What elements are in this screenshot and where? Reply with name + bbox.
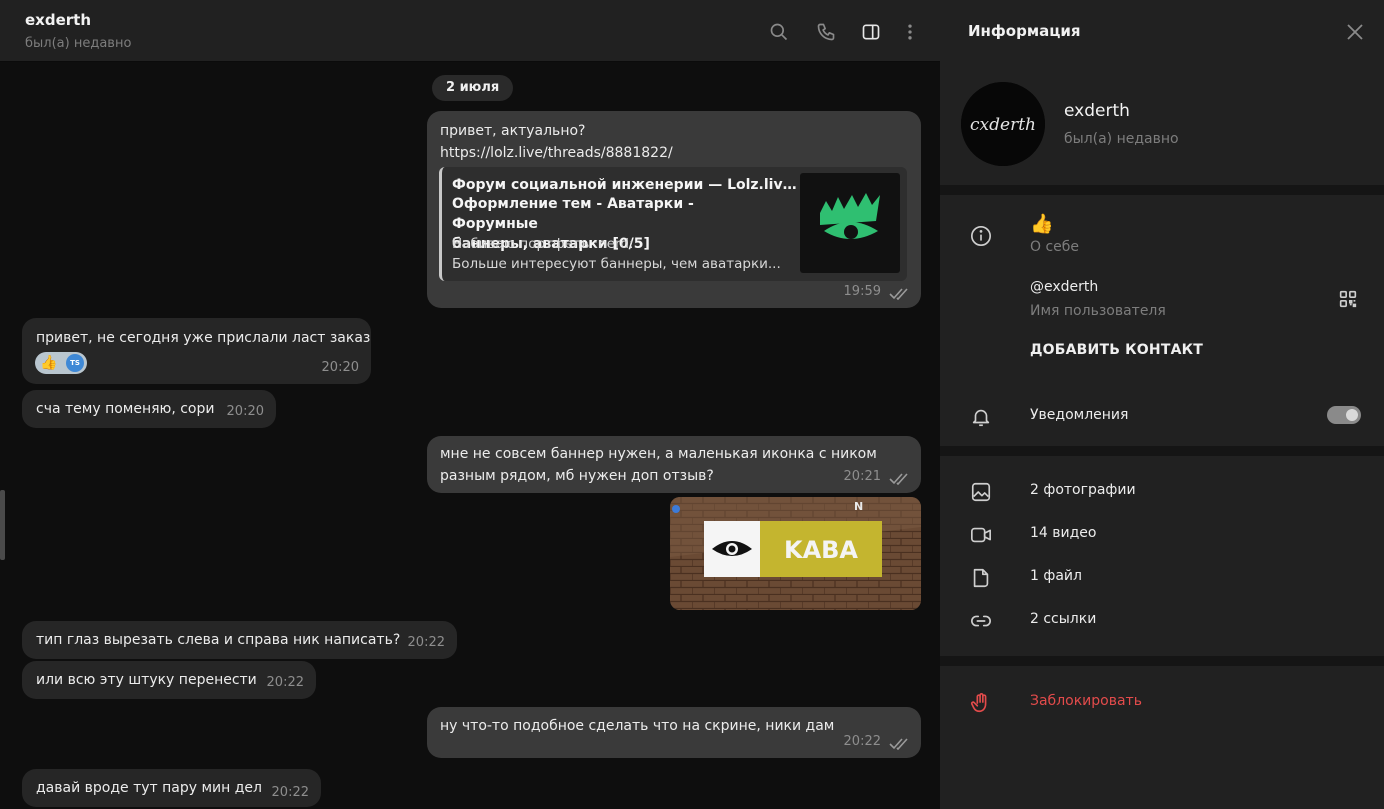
- photo-compass-label: N: [854, 500, 863, 513]
- message-time: 20:21: [843, 469, 881, 484]
- phone-icon[interactable]: [815, 21, 837, 43]
- photo-icon: [969, 480, 993, 504]
- section-divider: [940, 656, 1384, 666]
- sidebar-toggle-icon[interactable]: [860, 21, 882, 43]
- message-text[interactable]: ну что-то подобное сделать что на скрине…: [440, 715, 834, 737]
- block-user-button[interactable]: Заблокировать: [1030, 693, 1142, 709]
- message-incoming[interactable]: или всю эту штуку перенести 20:22: [22, 661, 316, 699]
- message-incoming[interactable]: давай вроде тут пару мин дел 20:22: [22, 769, 321, 807]
- message-text[interactable]: или всю эту штуку перенести: [36, 669, 257, 691]
- message-incoming[interactable]: сча тему поменяю, сори 20:20: [22, 390, 276, 428]
- scrollbar-thumb[interactable]: [0, 490, 5, 560]
- message-text[interactable]: сча тему поменяю, сори: [36, 398, 214, 420]
- photo-image: KABA N: [670, 497, 921, 610]
- chat-status: был(а) недавно: [25, 36, 132, 51]
- bell-icon: [969, 405, 993, 429]
- hand-stop-icon: [969, 691, 993, 715]
- profile-status: был(а) недавно: [1064, 131, 1179, 147]
- media-photos-link[interactable]: 2 фотографии: [1030, 482, 1136, 498]
- section-divider: [940, 446, 1384, 456]
- close-icon[interactable]: [1346, 23, 1364, 41]
- message-incoming[interactable]: привет, не сегодня уже прислали ласт зак…: [22, 318, 371, 384]
- message-incoming[interactable]: тип глаз вырезать слева и справа ник нап…: [22, 621, 457, 659]
- chat-header: exderth был(а) недавно: [0, 0, 940, 62]
- message-outgoing[interactable]: мне не совсем баннер нужен, а маленькая …: [427, 436, 921, 493]
- message-time: 19:59: [843, 284, 881, 299]
- message-text[interactable]: привет, не сегодня уже прислали ласт зак…: [36, 327, 370, 349]
- date-separator: 2 июля: [432, 75, 514, 101]
- notifications-label: Уведомления: [1030, 407, 1129, 423]
- video-icon: [969, 523, 993, 547]
- message-time: 20:22: [843, 734, 881, 749]
- message-outgoing[interactable]: ну что-то подобное сделать что на скрине…: [427, 707, 921, 758]
- info-panel: Информация cxderth exderth был(а) недавн…: [940, 0, 1384, 809]
- message-time: 20:22: [271, 785, 309, 800]
- read-checkmarks-icon: [889, 288, 908, 300]
- photo-message[interactable]: KABA N: [670, 497, 921, 610]
- preview-site-name: Форум социальной инженерии — Lolz.live .…: [452, 177, 802, 193]
- message-time: 20:22: [407, 635, 445, 650]
- more-vertical-icon[interactable]: [899, 21, 921, 43]
- qr-code-icon[interactable]: [1336, 287, 1360, 311]
- bio-value[interactable]: 👍: [1030, 212, 1054, 235]
- reaction-avatar: TS: [66, 354, 84, 372]
- add-contact-button[interactable]: ДОБАВИТЬ КОНТАКТ: [1030, 342, 1203, 358]
- photo-caption-text: KABA: [784, 536, 858, 564]
- file-icon: [969, 566, 993, 590]
- info-icon: [969, 224, 993, 248]
- info-panel-title: Информация: [968, 22, 1081, 40]
- message-outgoing[interactable]: привет, актуально? https://lolz.live/thr…: [427, 111, 921, 308]
- avatar[interactable]: cxderth: [961, 82, 1045, 166]
- profile-name: exderth: [1064, 101, 1130, 121]
- toggle-knob: [1344, 407, 1360, 423]
- avatar-logo-text: cxderth: [970, 115, 1036, 135]
- bio-label: О себе: [1030, 239, 1080, 255]
- chat-area: exderth был(а) недавно 2 июля привет, ак…: [0, 0, 940, 809]
- read-checkmarks-icon: [889, 738, 908, 750]
- search-icon[interactable]: [768, 21, 790, 43]
- reaction-badge[interactable]: 👍 TS: [35, 352, 87, 374]
- message-time: 20:20: [321, 360, 359, 375]
- message-time: 20:22: [266, 675, 304, 690]
- username-value[interactable]: @exderth: [1030, 279, 1098, 295]
- section-divider: [940, 185, 1384, 195]
- message-text[interactable]: давай вроде тут пару мин дел: [36, 777, 262, 799]
- chat-title[interactable]: exderth: [25, 11, 91, 29]
- message-text[interactable]: мне не совсем баннер нужен, а маленькая …: [440, 443, 877, 487]
- read-checkmarks-icon: [889, 473, 908, 485]
- link-preview[interactable]: Форум социальной инженерии — Lolz.live .…: [439, 167, 907, 281]
- preview-logo-image: [800, 173, 900, 273]
- media-links-link[interactable]: 2 ссылки: [1030, 611, 1096, 627]
- preview-description: Набиваю портфель :nerd: Больше интересую…: [452, 236, 781, 272]
- thumbs-up-icon: 👍: [40, 355, 58, 371]
- media-files-link[interactable]: 1 файл: [1030, 568, 1082, 584]
- message-time: 20:20: [226, 404, 264, 419]
- notifications-toggle[interactable]: [1327, 406, 1361, 424]
- username-label: Имя пользователя: [1030, 303, 1166, 319]
- message-text[interactable]: привет, актуально? https://lolz.live/thr…: [440, 120, 673, 164]
- media-videos-link[interactable]: 14 видео: [1030, 525, 1096, 541]
- message-text[interactable]: тип глаз вырезать слева и справа ник нап…: [36, 629, 400, 651]
- link-icon: [969, 609, 993, 633]
